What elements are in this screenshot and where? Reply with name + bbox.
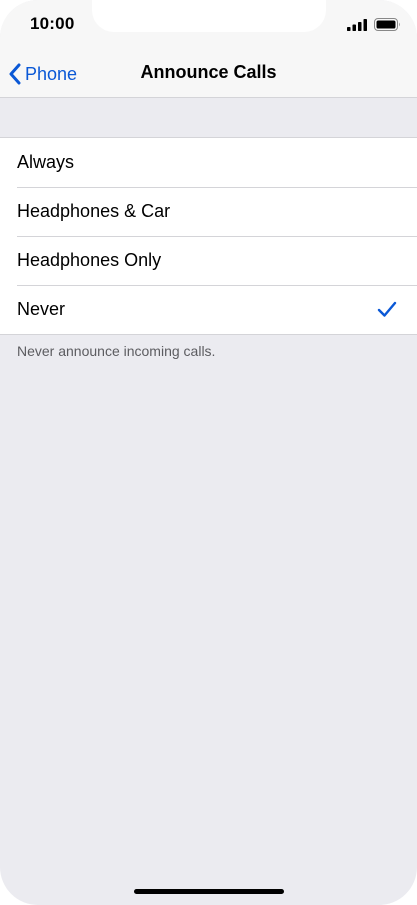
option-label: Always: [17, 152, 75, 172]
option-description: Never announce incoming calls.: [17, 343, 216, 359]
option-headphones-only[interactable]: Headphones Only: [0, 236, 417, 285]
option-headphones-and-car[interactable]: Headphones & Car: [0, 187, 417, 236]
phone-screen: 10:00 Phone Announce Calls Always Headph…: [0, 0, 417, 905]
status-time: 10:00: [30, 14, 75, 33]
page-title: Announce Calls: [140, 62, 277, 82]
checkmark-icon: [377, 301, 397, 317]
battery-icon: [374, 18, 400, 31]
option-never[interactable]: Never: [0, 285, 417, 334]
notch: [92, 0, 326, 32]
option-label: Headphones & Car: [17, 201, 171, 221]
option-always[interactable]: Always: [0, 138, 417, 187]
option-label: Headphones Only: [17, 250, 162, 270]
option-label: Never: [17, 299, 66, 319]
home-indicator[interactable]: [134, 889, 284, 894]
announce-options-list: Always Headphones & Car Headphones Only …: [0, 137, 417, 335]
navigation-header: 10:00 Phone Announce Calls: [0, 0, 417, 98]
cellular-signal-icon: [347, 19, 367, 31]
